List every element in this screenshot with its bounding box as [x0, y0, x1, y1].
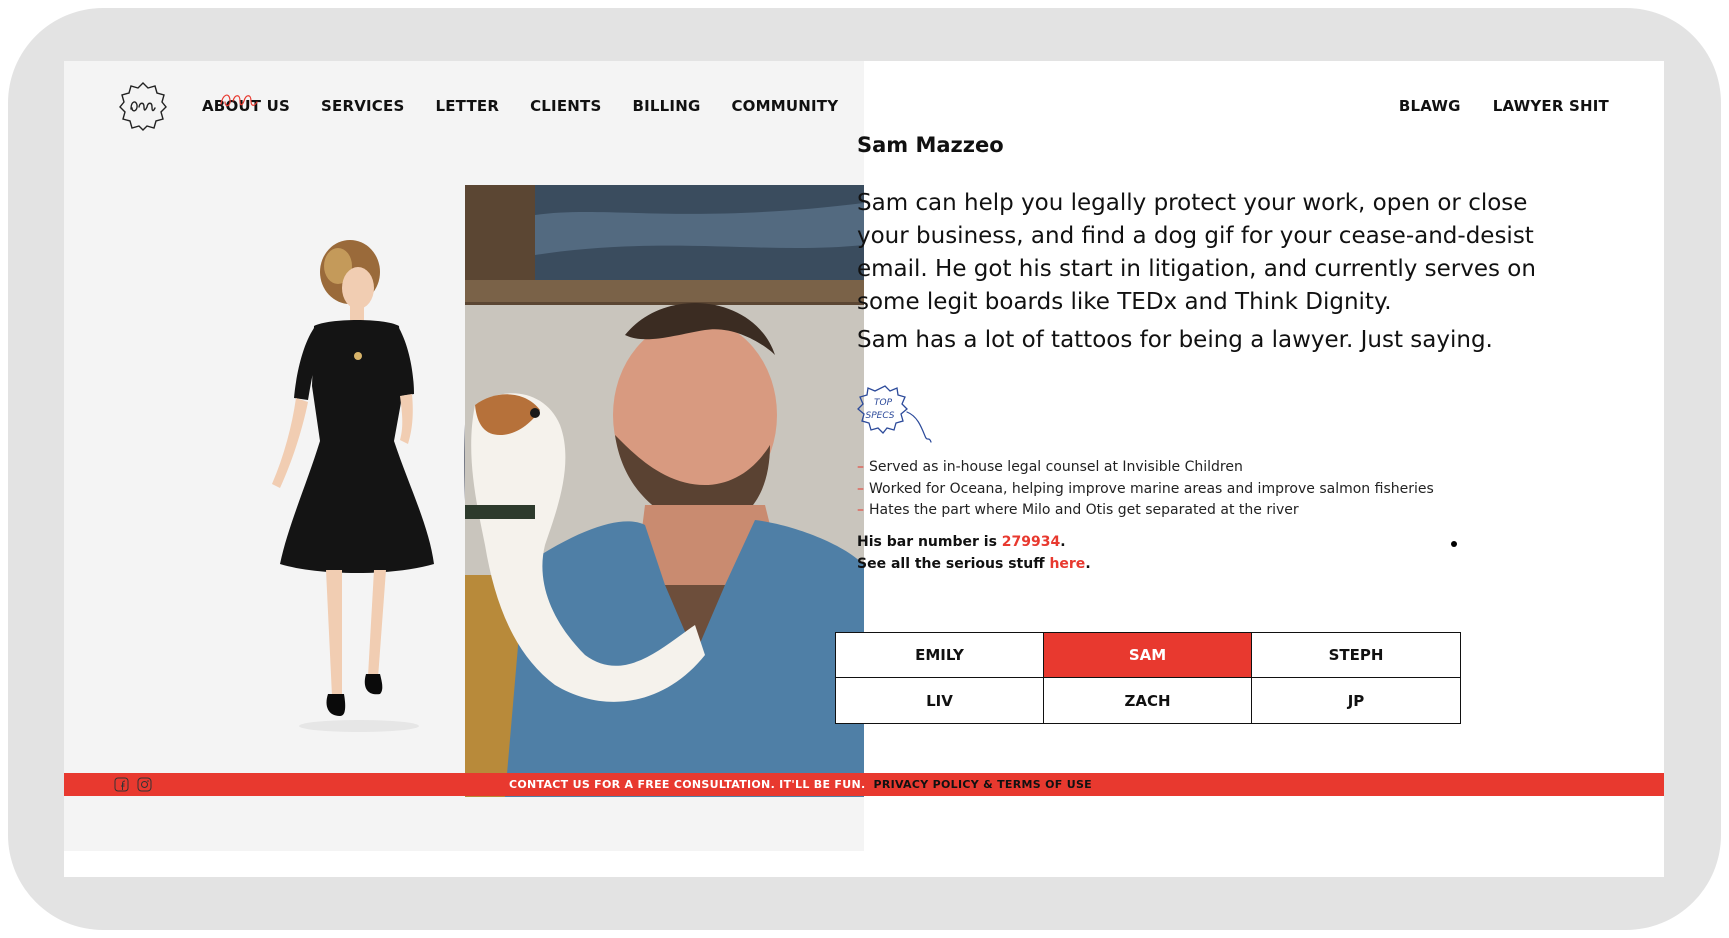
nav-community[interactable]: COMMUNITY: [731, 97, 838, 115]
instagram-icon[interactable]: [137, 777, 152, 792]
spec-text: Worked for Oceana, helping improve marin…: [869, 480, 1434, 497]
spec-item: – Worked for Oceana, helping improve mari…: [857, 479, 1434, 501]
nav-clients[interactable]: CLIENTS: [530, 97, 601, 115]
spec-dash: –: [857, 480, 864, 497]
nav-blawg[interactable]: BLAWG: [1399, 97, 1461, 115]
website-screen: ABOUT US SERVICES LETTER CLIENTS BILLING…: [64, 61, 1664, 877]
spec-dash: –: [857, 459, 864, 475]
team-tab-jp[interactable]: JP: [1252, 678, 1460, 723]
serious-stuff-link[interactable]: here: [1049, 556, 1085, 572]
main-nav: ABOUT US SERVICES LETTER CLIENTS BILLING…: [202, 97, 838, 115]
team-tab-steph[interactable]: STEPH: [1252, 633, 1460, 678]
team-tab-emily[interactable]: EMILY: [836, 633, 1044, 678]
footer-contact-link[interactable]: CONTACT US FOR A FREE CONSULTATION. IT'L…: [509, 778, 865, 791]
profile-name: Sam Mazzeo: [857, 133, 1004, 157]
secondary-nav: BLAWG LAWYER SHIT: [1399, 97, 1609, 115]
footer-text: CONTACT US FOR A FREE CONSULTATION. IT'L…: [509, 778, 1092, 791]
profile-bio: Sam can help you legally protect your wo…: [857, 190, 1536, 315]
sam-photo-image: [465, 185, 864, 797]
team-selector: EMILY SAM STEPH LIV ZACH JP: [835, 632, 1461, 724]
spec-item: – Hates the part where Milo and Otis get …: [857, 500, 1434, 522]
badge-line-top: TOP: [874, 398, 893, 408]
bar-number-label: His bar number is: [857, 534, 1002, 550]
nav-billing[interactable]: BILLING: [632, 97, 700, 115]
logo-icon[interactable]: [118, 81, 168, 131]
spec-text: Served as in-house legal counsel at Invi…: [869, 459, 1243, 475]
nav-letter[interactable]: LETTER: [435, 97, 499, 115]
spec-dash: –: [857, 502, 864, 518]
serious-stuff-period: .: [1085, 556, 1091, 572]
facebook-icon[interactable]: [114, 777, 129, 792]
team-tab-zach[interactable]: ZACH: [1044, 678, 1252, 723]
sam-photo: [465, 185, 864, 797]
nav-about-us[interactable]: ABOUT US: [202, 97, 290, 115]
serious-stuff-label: See all the serious stuff: [857, 556, 1050, 572]
footer-privacy-link[interactable]: PRIVACY POLICY & TERMS OF USE: [873, 778, 1092, 791]
cursor-dot: [1451, 541, 1457, 547]
serious-stuff-line: See all the serious stuff here.: [857, 553, 1091, 575]
team-tab-liv[interactable]: LIV: [836, 678, 1044, 723]
bar-number-period: .: [1060, 534, 1066, 550]
team-tab-sam[interactable]: SAM: [1044, 633, 1252, 678]
footer-bar: CONTACT US FOR A FREE CONSULTATION. IT'L…: [64, 773, 1664, 796]
top-specs-badge-icon: TOP SPECS: [857, 385, 932, 443]
bar-number-line: His bar number is 279934.: [857, 531, 1091, 553]
nav-lawyer-shit[interactable]: LAWYER SHIT: [1493, 97, 1609, 115]
nav-services[interactable]: SERVICES: [321, 97, 404, 115]
spec-text: Hates the part where Milo and Otis get s…: [869, 502, 1299, 518]
specs-list: – Served as in-house legal counsel at Inv…: [857, 457, 1434, 522]
bar-info: His bar number is 279934. See all the se…: [857, 531, 1091, 575]
profile-bio-tattoos: Sam has a lot of tattoos for being a law…: [857, 327, 1493, 353]
spec-item: – Served as in-house legal counsel at Inv…: [857, 457, 1434, 479]
bar-number-link[interactable]: 279934: [1002, 534, 1060, 550]
badge-line-specs: SPECS: [866, 411, 895, 421]
